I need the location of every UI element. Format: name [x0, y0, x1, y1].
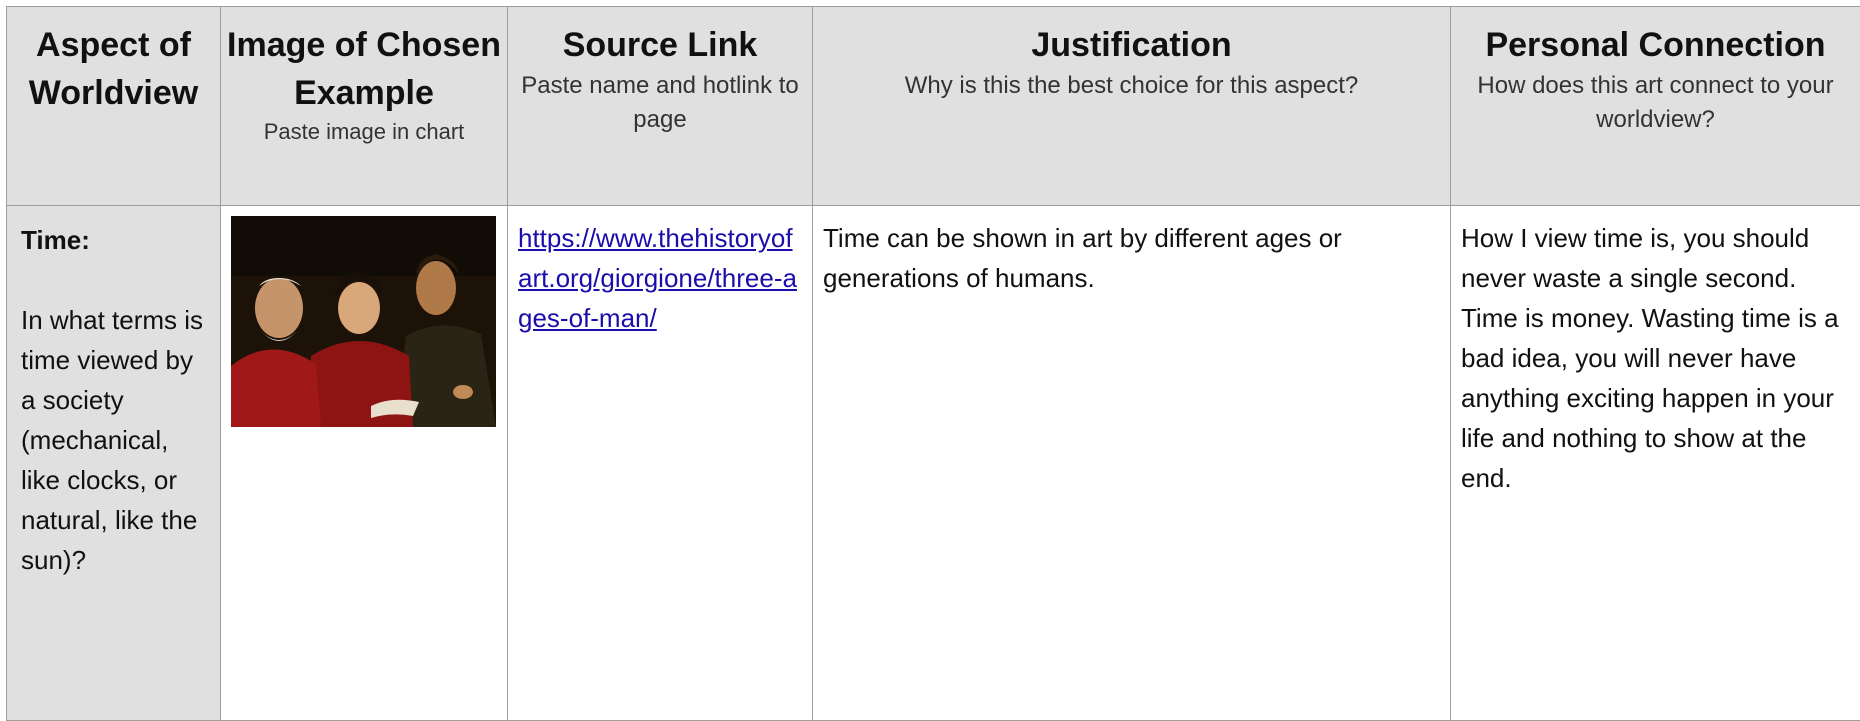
aspect-title: Time: [21, 220, 210, 260]
header-aspect-title: Aspect of Worldview [7, 7, 220, 117]
header-image-sub: Paste image in chart [221, 117, 507, 147]
painting-image[interactable] [231, 216, 496, 427]
header-personal-sub: How does this art connect to your worldv… [1451, 69, 1860, 137]
header-row: Aspect of Worldview Image of Chosen Exam… [7, 7, 1860, 206]
image-cell[interactable] [221, 206, 508, 721]
aspect-question: In what terms is time viewed by a societ… [21, 305, 203, 575]
header-image-title: Image of Chosen Example [221, 7, 507, 117]
header-justification-sub: Why is this the best choice for this asp… [813, 69, 1450, 103]
worldview-chart: Aspect of Worldview Image of Chosen Exam… [6, 6, 1860, 721]
header-source: Source Link Paste name and hotlink to pa… [508, 7, 813, 206]
header-justification-title: Justification [813, 7, 1450, 69]
header-aspect: Aspect of Worldview [7, 7, 221, 206]
header-source-sub: Paste name and hotlink to page [508, 69, 812, 137]
header-image: Image of Chosen Example Paste image in c… [221, 7, 508, 206]
personal-cell[interactable]: How I view time is, you should never was… [1451, 206, 1860, 721]
justification-cell[interactable]: Time can be shown in art by different ag… [813, 206, 1451, 721]
aspect-cell[interactable]: Time: In what terms is time viewed by a … [7, 206, 221, 721]
source-link[interactable]: https://www.thehistoryofart.org/giorgion… [518, 223, 797, 333]
header-justification: Justification Why is this the best choic… [813, 7, 1451, 206]
table-row: Time: In what terms is time viewed by a … [7, 206, 1860, 721]
personal-text: How I view time is, you should never was… [1461, 223, 1839, 493]
header-source-title: Source Link [508, 7, 812, 69]
source-cell: https://www.thehistoryofart.org/giorgion… [508, 206, 813, 721]
header-personal: Personal Connection How does this art co… [1451, 7, 1860, 206]
justification-text: Time can be shown in art by different ag… [823, 223, 1342, 293]
header-personal-title: Personal Connection [1451, 7, 1860, 69]
